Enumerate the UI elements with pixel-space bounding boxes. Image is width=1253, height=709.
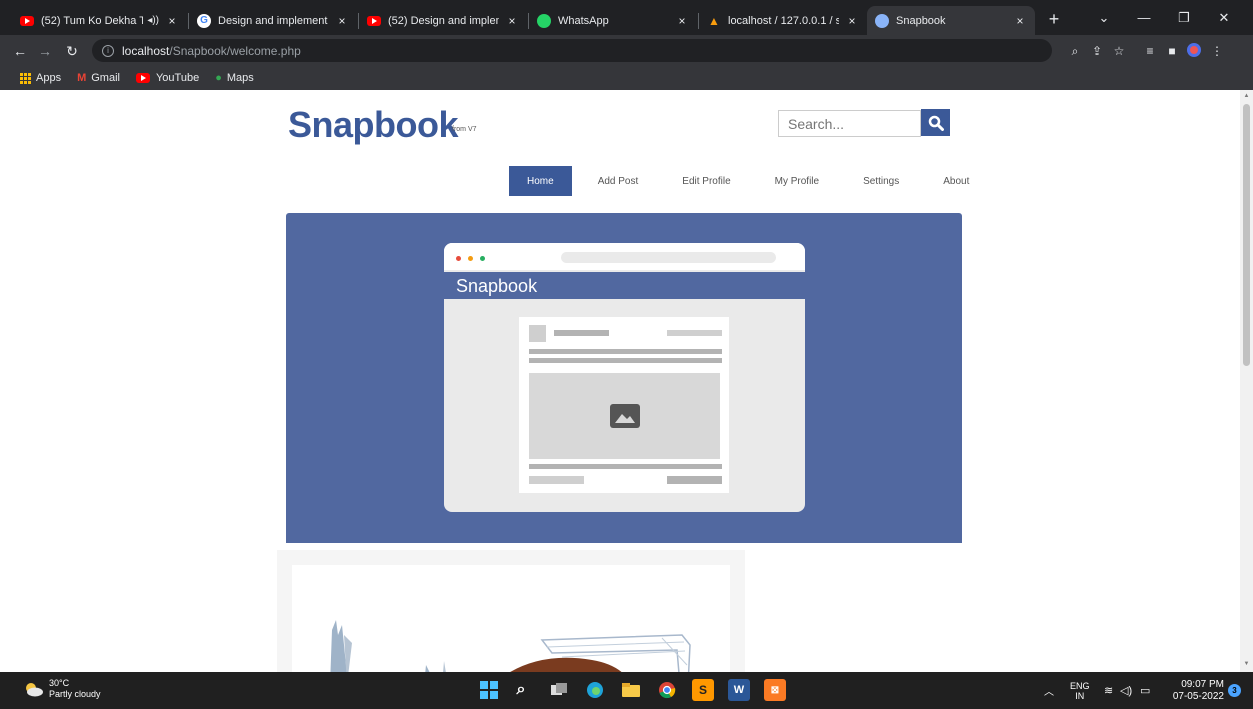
reload-icon[interactable]: ↻: [62, 41, 82, 61]
search-input[interactable]: [778, 110, 921, 137]
close-tab-icon[interactable]: ×: [335, 14, 349, 28]
nav-about[interactable]: About: [925, 166, 987, 196]
search-icon[interactable]: ⌕: [510, 679, 532, 701]
site-info-icon[interactable]: i: [102, 44, 114, 57]
hero-banner: Snapbook: [286, 213, 962, 543]
bookmark-star-icon[interactable]: ☆: [1110, 42, 1128, 60]
post-photo-illustration: [330, 620, 691, 672]
nav-add-post[interactable]: Add Post: [580, 166, 657, 196]
image-placeholder: [529, 373, 720, 459]
share-icon[interactable]: ⇪: [1088, 42, 1106, 60]
close-window-icon[interactable]: ✕: [1204, 0, 1244, 35]
audio-playing-icon[interactable]: ◂)): [147, 15, 159, 26]
task-view-icon[interactable]: [548, 679, 570, 701]
browser-toolbar: ← → ↻ i localhost/Snapbook/welcome.php ⌕…: [0, 35, 1253, 66]
bookmark-gmail[interactable]: M Gmail: [77, 72, 120, 84]
red-dot-icon: [456, 256, 461, 261]
gmail-icon: M: [77, 72, 87, 84]
search-button[interactable]: [921, 109, 950, 136]
notification-badge[interactable]: 3: [1228, 684, 1241, 697]
word-icon[interactable]: W: [728, 679, 750, 701]
hero-mock-title: Snapbook: [444, 272, 805, 299]
search-icon: [928, 115, 944, 131]
side-panel-icon[interactable]: ■: [1163, 42, 1181, 60]
close-tab-icon[interactable]: ×: [845, 14, 859, 28]
back-icon[interactable]: ←: [10, 41, 30, 61]
close-tab-icon[interactable]: ×: [675, 14, 689, 28]
menu-kebab-icon[interactable]: ⋮: [1208, 42, 1226, 60]
image-icon: [609, 404, 640, 428]
address-bar[interactable]: i localhost/Snapbook/welcome.php: [92, 39, 1052, 62]
windows-start-icon[interactable]: [478, 679, 500, 701]
scroll-up-icon[interactable]: ▲: [1243, 93, 1250, 99]
minimize-icon[interactable]: —: [1124, 0, 1164, 35]
google-icon: G: [197, 13, 211, 28]
bookmark-youtube[interactable]: YouTube: [135, 72, 199, 84]
page-scrollbar[interactable]: ▲ ▼: [1240, 90, 1253, 672]
whatsapp-icon: [537, 13, 551, 28]
close-tab-icon[interactable]: ×: [165, 14, 179, 28]
tab-youtube-design[interactable]: (52) Design and implement ×: [359, 6, 527, 35]
nav-my-profile[interactable]: My Profile: [757, 166, 837, 196]
new-tab-button[interactable]: +: [1043, 8, 1065, 30]
tab-whatsapp[interactable]: WhatsApp ×: [529, 6, 697, 35]
wifi-icon[interactable]: ≋: [1104, 672, 1113, 709]
forward-icon[interactable]: →: [35, 41, 55, 61]
nav-home[interactable]: Home: [509, 166, 572, 196]
zoom-icon[interactable]: ⌕: [1066, 42, 1084, 60]
green-dot-icon: [480, 256, 485, 261]
close-tab-icon[interactable]: ×: [505, 14, 519, 28]
weather-widget[interactable]: 30°C Partly cloudy: [23, 678, 101, 700]
battery-icon[interactable]: ▭: [1140, 672, 1150, 709]
chrome-icon[interactable]: [656, 679, 678, 701]
volume-icon[interactable]: ◁): [1120, 672, 1132, 709]
restore-icon[interactable]: ❐: [1164, 0, 1204, 35]
youtube-icon: [20, 15, 34, 26]
tab-snapbook[interactable]: Snapbook ×: [867, 6, 1035, 35]
bookmark-maps[interactable]: ● Maps: [215, 72, 254, 84]
hidden-icons-chevron[interactable]: ︿: [1044, 672, 1054, 709]
illustration-post-card: [519, 317, 729, 493]
main-nav: Home Add Post Edit Profile My Profile Se…: [509, 166, 995, 196]
tab-google-search[interactable]: G Design and implement the ×: [189, 6, 357, 35]
scroll-down-icon[interactable]: ▼: [1243, 661, 1250, 667]
profile-avatar-icon[interactable]: [1185, 42, 1203, 60]
tab-youtube-song[interactable]: (52) Tum Ko Dekha Toh ◂)) ×: [12, 6, 187, 35]
bookmarks-bar: Apps M Gmail YouTube ● Maps: [0, 66, 1253, 90]
close-tab-icon[interactable]: ×: [1013, 14, 1027, 28]
tab-strip: (52) Tum Ko Dekha Toh ◂)) × G Design and…: [0, 0, 1253, 35]
post-image[interactable]: [292, 565, 730, 672]
reading-list-icon[interactable]: ≡: [1141, 42, 1159, 60]
windows-taskbar: 30°C Partly cloudy ⌕ S W ⊠ ︿ ENG IN ≋ ◁)…: [0, 672, 1253, 709]
file-explorer-icon[interactable]: [620, 679, 642, 701]
tab-search-icon[interactable]: ⌄: [1084, 0, 1124, 35]
yellow-dot-icon: [468, 256, 473, 261]
apps-grid-icon: [20, 72, 31, 84]
tab-phpmyadmin[interactable]: ▲ localhost / 127.0.0.1 / sb / ×: [699, 6, 867, 35]
partly-cloudy-icon: [26, 683, 43, 697]
bookmark-apps[interactable]: Apps: [20, 72, 61, 84]
snapbook-icon: [875, 13, 889, 28]
scroll-thumb[interactable]: [1243, 104, 1250, 366]
phpmyadmin-icon: ▲: [708, 13, 720, 28]
maps-pin-icon: ●: [215, 72, 222, 84]
sublime-text-icon[interactable]: S: [692, 679, 714, 701]
post-card: [277, 550, 745, 672]
site-logo[interactable]: Snapbook: [288, 104, 459, 146]
hero-browser-illustration: Snapbook: [444, 243, 805, 512]
logo-tagline: from V7: [452, 126, 477, 133]
nav-settings[interactable]: Settings: [845, 166, 917, 196]
youtube-icon: [135, 73, 150, 83]
page-viewport: Snapbook from V7 Home Add Post Edit Prof…: [0, 90, 1240, 672]
language-indicator[interactable]: ENG IN: [1070, 672, 1090, 709]
system-clock[interactable]: 09:07 PM 07-05-2022: [1168, 679, 1224, 703]
edge-icon[interactable]: [584, 679, 606, 701]
xampp-icon[interactable]: ⊠: [764, 679, 786, 701]
youtube-icon: [367, 15, 381, 26]
nav-edit-profile[interactable]: Edit Profile: [664, 166, 748, 196]
